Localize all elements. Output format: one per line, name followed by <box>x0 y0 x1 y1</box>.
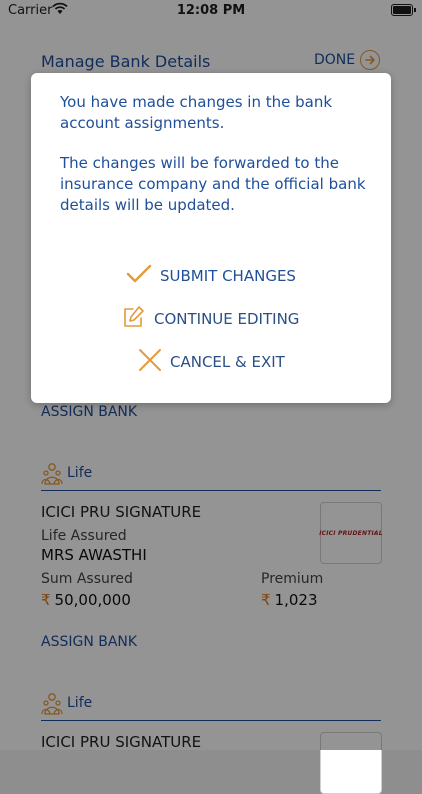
cancel-exit-label: CANCEL & EXIT <box>170 353 285 371</box>
submit-changes-button[interactable]: SUBMIT CHANGES <box>126 263 296 289</box>
continue-editing-button[interactable]: CONTINUE EDITING <box>122 305 299 333</box>
status-time: 12:08 PM <box>176 3 246 18</box>
close-icon <box>138 348 162 376</box>
status-bar: Carrier 12:08 PM <box>0 0 422 22</box>
checkmark-icon <box>126 263 152 289</box>
submit-changes-label: SUBMIT CHANGES <box>160 267 296 285</box>
dialog-message-1: You have made changes in the bank accoun… <box>60 93 333 132</box>
battery-icon <box>391 4 416 16</box>
edit-icon <box>122 305 146 333</box>
continue-editing-label: CONTINUE EDITING <box>154 310 300 328</box>
cancel-exit-button[interactable]: CANCEL & EXIT <box>138 348 285 376</box>
confirmation-dialog: You have made changes in the bank accoun… <box>31 73 391 403</box>
dialog-message-2: The changes will be forwarded to the ins… <box>60 154 366 214</box>
